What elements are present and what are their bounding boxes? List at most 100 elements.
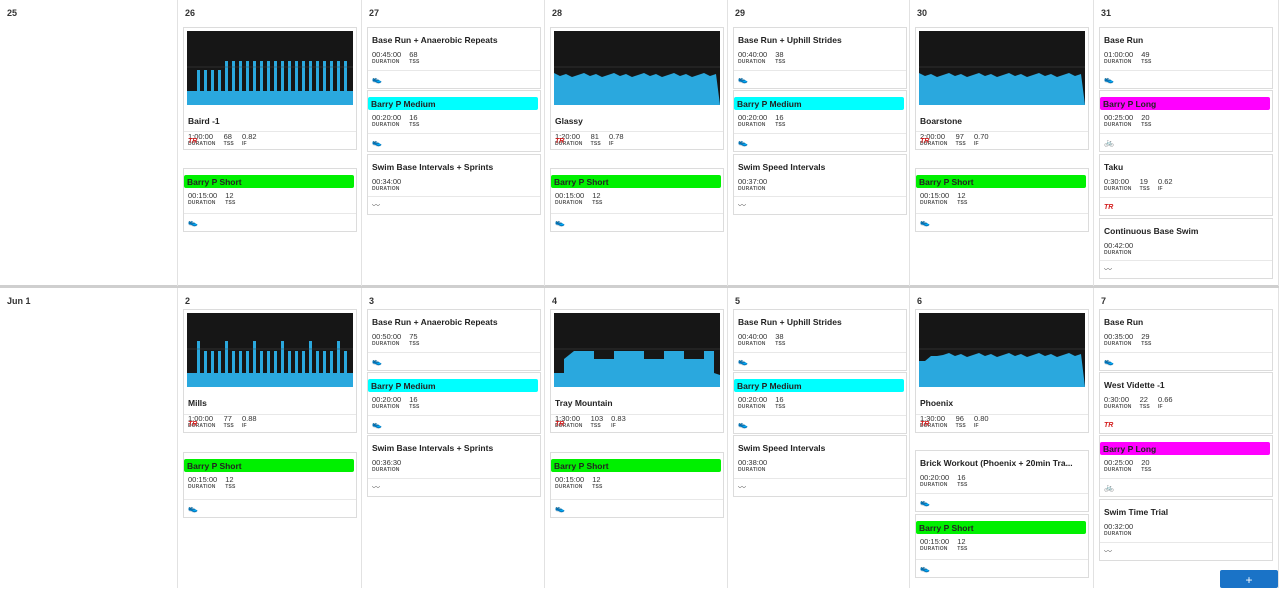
calendar-day[interactable]: 26 Baird -1 1:00:00 DURATION 68 TSS 0.82 IF TR Ba… <box>178 0 362 286</box>
workout-card[interactable]: Barry P Short 00:15:00 DURATION 12 TSS 👟 <box>183 168 357 232</box>
workout-card[interactable]: Base Run + Uphill Strides 00:40:00 DURATIO… <box>733 309 907 371</box>
calendar-day[interactable]: 25 <box>0 0 178 286</box>
workout-profile-chart <box>554 66 720 105</box>
workout-card[interactable]: Swim Base Intervals + Sprints 00:36:30 DUR… <box>367 435 541 497</box>
duration-metric: 00:40:00 DURATION <box>738 50 768 65</box>
workout-card[interactable]: Taku 0:30:00 DURATION 19 TSS 0.62 IF TR <box>1099 154 1273 216</box>
duration-metric: 00:37:00 DURATION <box>738 177 768 192</box>
workout-card[interactable]: Barry P Short 00:15:00 DURATION 12 TSS 👟 <box>183 452 357 518</box>
day-number: 30 <box>917 8 928 18</box>
card-divider <box>184 499 356 500</box>
workout-card[interactable]: Brick Workout (Phoenix + 20min Tra... 00:… <box>915 450 1089 512</box>
card-divider <box>184 131 356 132</box>
workout-title: Barry P Medium <box>371 381 436 391</box>
trainerroad-logo: TR <box>1104 422 1114 429</box>
day-number: 27 <box>369 8 380 18</box>
workout-card[interactable]: Baird -1 1:00:00 DURATION 68 TSS 0.82 IF TR <box>183 27 357 150</box>
workout-title: Baird -1 <box>188 116 220 126</box>
card-divider <box>551 213 723 214</box>
duration-metric: 00:15:00 DURATION <box>920 537 950 552</box>
duration-metric: 0:30:00 DURATION <box>1104 395 1132 410</box>
workout-card[interactable]: Barry P Medium 00:20:00 DURATION 16 TSS 👟 <box>733 90 907 152</box>
workout-card[interactable]: Swim Speed Intervals 00:38:00 DURATION 〰 <box>733 435 907 497</box>
day-number: 28 <box>552 8 563 18</box>
calendar-day[interactable]: 27 Base Run + Anaerobic Repeats 00:45:00 DU… <box>362 0 545 286</box>
duration-metric: 00:32:00 DURATION <box>1104 522 1134 537</box>
workout-card[interactable]: Tray Mountain 1:30:00 DURATION 103 TSS 0.83 IF… <box>550 309 724 433</box>
workout-card[interactable]: Barry P Long 00:25:00 DURATION 20 TSS 🚲 <box>1099 90 1273 152</box>
workout-card[interactable]: Barry P Short 00:15:00 DURATION 12 TSS 👟 <box>550 452 724 518</box>
workout-card[interactable]: Barry P Short 00:15:00 DURATION 12 TSS 👟 <box>915 168 1089 232</box>
card-divider <box>1100 70 1272 71</box>
duration-metric: 00:20:00 DURATION <box>738 395 768 410</box>
if-metric: 0.70 IF <box>973 132 989 147</box>
workout-card[interactable]: Swim Time Trial 00:32:00 DURATION 〰 <box>1099 499 1273 561</box>
calendar-day[interactable]: 3 Base Run + Anaerobic Repeats 00:50:00 DUR… <box>362 288 545 588</box>
workout-profile-chart <box>919 66 1085 105</box>
workout-card[interactable]: Base Run + Anaerobic Repeats 00:45:00 DURA… <box>367 27 541 89</box>
workout-card[interactable]: Continuous Base Swim 00:42:00 DURATION 〰 <box>1099 218 1273 279</box>
card-divider <box>734 415 906 416</box>
workout-card[interactable]: Base Run + Anaerobic Repeats 00:50:00 DURA… <box>367 309 541 371</box>
calendar-day[interactable]: 30 Boarstone 2:00:00 DURATION 97 TSS 0.70 IF TR B… <box>910 0 1094 286</box>
run-shoe-icon: 👟 <box>188 218 198 227</box>
bike-icon: 🚲 <box>1104 483 1114 492</box>
workout-card[interactable]: Base Run + Uphill Strides 00:40:00 DURATIO… <box>733 27 907 89</box>
card-divider <box>184 414 356 415</box>
run-shoe-icon: 👟 <box>188 504 198 513</box>
workout-card[interactable]: Base Run 01:00:00 DURATION 49 TSS 👟 <box>1099 27 1273 89</box>
calendar-day[interactable]: 4 Tray Mountain 1:30:00 DURATION 103 TSS 0.83 I… <box>545 288 728 588</box>
card-divider <box>734 196 906 197</box>
workout-card[interactable]: Barry P Short 00:15:00 DURATION 12 TSS 👟 <box>915 514 1089 578</box>
workout-chart <box>554 31 720 105</box>
workout-card[interactable]: Glassy 1:20:00 DURATION 81 TSS 0.78 IF TR <box>550 27 724 150</box>
highlighted-workout-title: Barry P Short <box>184 459 354 472</box>
workout-chart <box>187 313 353 387</box>
tss-metric: 16 TSS <box>409 395 420 410</box>
workout-title: Base Run + Uphill Strides <box>738 35 842 45</box>
calendar-day[interactable]: 6 Phoenix 1:30:00 DURATION 96 TSS 0.80 IF TR Bric… <box>910 288 1094 588</box>
workout-card[interactable]: Swim Base Intervals + Sprints 00:34:00 DUR… <box>367 154 541 215</box>
calendar-day[interactable]: 31 Base Run 01:00:00 DURATION 49 TSS 👟 Barry P … <box>1094 0 1279 286</box>
workout-card[interactable]: Base Run 00:35:00 DURATION 29 TSS 👟 <box>1099 309 1273 371</box>
if-metric: 0.82 IF <box>241 132 257 147</box>
card-divider <box>734 70 906 71</box>
calendar-day[interactable]: 7 Base Run 00:35:00 DURATION 29 TSS 👟 West Vide… <box>1094 288 1279 588</box>
workout-card[interactable]: Swim Speed Intervals 00:37:00 DURATION 〰 <box>733 154 907 215</box>
workout-card[interactable]: Boarstone 2:00:00 DURATION 97 TSS 0.70 IF TR <box>915 27 1089 150</box>
trainerroad-logo: TR <box>555 138 565 145</box>
workout-chart <box>919 31 1085 105</box>
day-number: 6 <box>917 296 923 306</box>
duration-metric: 00:36:30 DURATION <box>372 458 402 473</box>
calendar-day[interactable]: 28 Glassy 1:20:00 DURATION 81 TSS 0.78 IF TR Barr… <box>545 0 728 286</box>
workout-card[interactable]: West Vidette -1 0:30:00 DURATION 22 TSS 0.66 I… <box>1099 372 1273 434</box>
run-shoe-icon: 👟 <box>920 564 930 573</box>
highlighted-workout-title: Barry P Medium <box>368 379 538 392</box>
workout-card[interactable]: Barry P Medium 00:20:00 DURATION 16 TSS 👟 <box>733 372 907 434</box>
calendar-day[interactable]: 5 Base Run + Uphill Strides 00:40:00 DURATI… <box>728 288 910 588</box>
workout-card[interactable]: Barry P Medium 00:20:00 DURATION 16 TSS 👟 <box>367 90 541 152</box>
calendar-day[interactable]: 2 Mills 1:00:00 DURATION 77 TSS 0.88 IF TR Barry … <box>178 288 362 588</box>
workout-card[interactable]: Barry P Long 00:25:00 DURATION 20 TSS 🚲 <box>1099 435 1273 497</box>
run-shoe-icon: 👟 <box>738 75 748 84</box>
workout-title: Continuous Base Swim <box>1104 226 1199 236</box>
tss-metric: 29 TSS <box>1141 332 1152 347</box>
calendar-day[interactable]: Jun 1 <box>0 288 178 588</box>
if-metric: 0.62 IF <box>1157 177 1173 192</box>
card-divider <box>551 131 723 132</box>
duration-metric: 0:30:00 DURATION <box>1104 177 1132 192</box>
card-divider <box>916 414 1088 415</box>
card-divider <box>1100 415 1272 416</box>
tss-metric: 81 TSS <box>590 132 601 147</box>
workout-card[interactable]: Phoenix 1:30:00 DURATION 96 TSS 0.80 IF TR <box>915 309 1089 433</box>
tss-metric: 12 TSS <box>592 475 603 490</box>
workout-title: Mills <box>188 398 207 408</box>
duration-metric: 00:38:00 DURATION <box>738 458 768 473</box>
calendar-day[interactable]: 29 Base Run + Uphill Strides 00:40:00 DURAT… <box>728 0 910 286</box>
workout-card[interactable]: Mills 1:00:00 DURATION 77 TSS 0.88 IF TR <box>183 309 357 433</box>
add-workout-button[interactable]: + <box>1220 570 1278 588</box>
duration-metric: 01:00:00 DURATION <box>1104 50 1134 65</box>
workout-card[interactable]: Barry P Medium 00:20:00 DURATION 16 TSS 👟 <box>367 372 541 434</box>
workout-card[interactable]: Barry P Short 00:15:00 DURATION 12 TSS 👟 <box>550 168 724 232</box>
bike-icon: 🚲 <box>1104 138 1114 147</box>
